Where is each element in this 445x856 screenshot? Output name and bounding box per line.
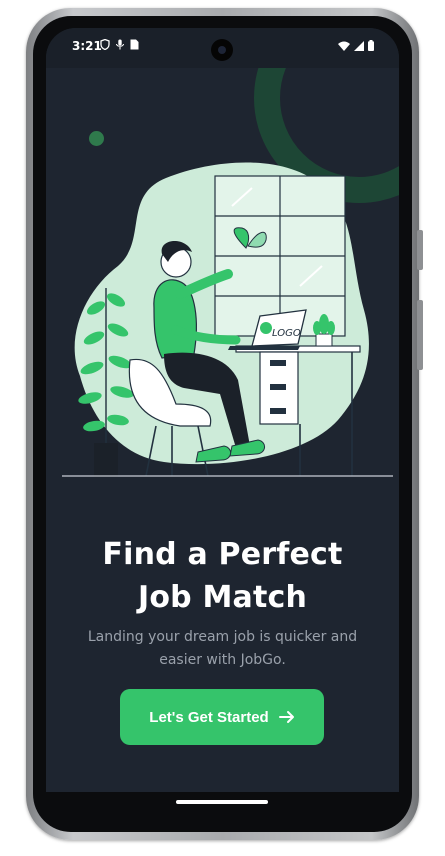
mic-icon (115, 39, 125, 50)
app-screen: 3:21 LOGO Find a Perfect Job Match Landi… (46, 28, 399, 792)
status-icons-right (338, 40, 374, 51)
status-time: 3:21 (72, 39, 102, 53)
signal-icon (354, 40, 364, 51)
front-camera (211, 39, 233, 61)
sim-card-icon (130, 39, 139, 50)
status-bar: 3:21 (46, 28, 399, 68)
arrow-right-icon (278, 711, 294, 723)
get-started-button[interactable]: Let's Get Started (120, 689, 324, 745)
battery-icon (368, 40, 374, 51)
get-started-label: Let's Get Started (149, 708, 269, 726)
wifi-icon (338, 41, 350, 51)
home-indicator[interactable] (176, 800, 268, 804)
status-icons-left (100, 39, 139, 50)
decorative-dot (89, 131, 104, 146)
shield-icon (100, 39, 110, 50)
title-line-1: Find a Perfect (102, 537, 343, 572)
onboarding-subtitle: Landing your dream job is quicker and ea… (87, 629, 358, 668)
title-line-2: Job Match (137, 580, 308, 615)
laptop-logo-text: LOGO (272, 328, 301, 339)
job-search-illustration: LOGO (62, 162, 393, 477)
volume-button (417, 300, 423, 370)
onboarding-title: Find a Perfect Job Match (46, 533, 399, 619)
power-button (417, 230, 423, 270)
